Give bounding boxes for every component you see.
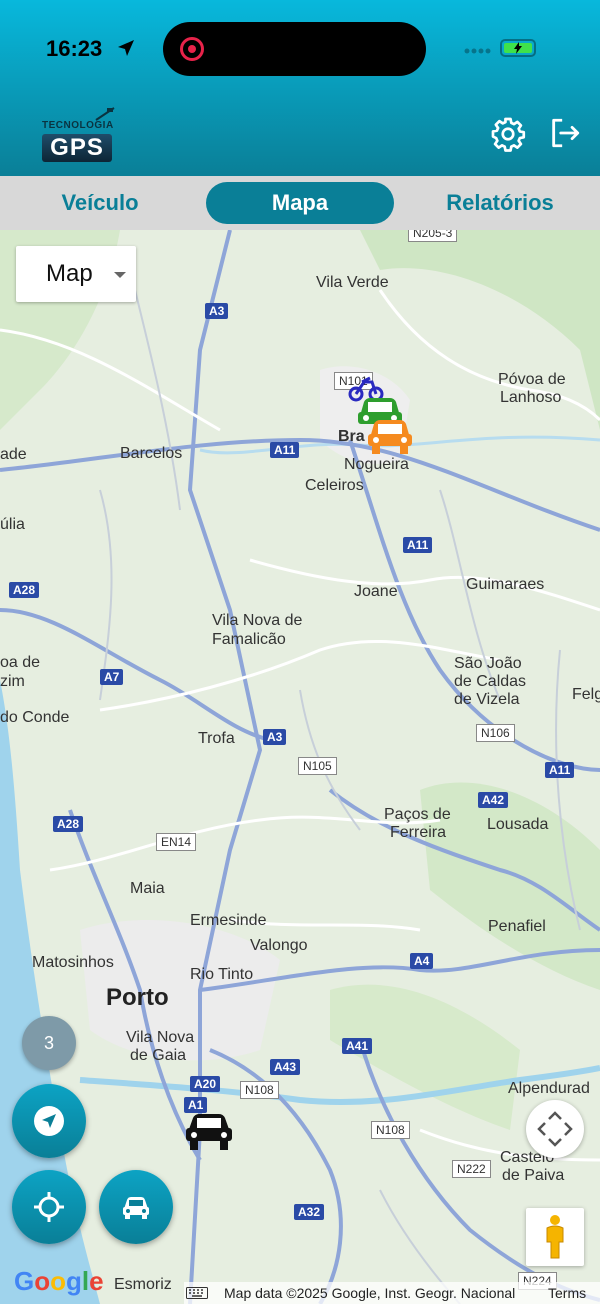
tab-mapa[interactable]: Mapa: [206, 182, 394, 224]
road-label: N106: [476, 724, 515, 742]
vehicle-marker-black-car-icon[interactable]: [184, 1110, 234, 1152]
map-attribution: Map data ©2025 Google, Inst. Geogr. Naci…: [184, 1282, 600, 1304]
road-label: A20: [190, 1076, 221, 1092]
place-label: Bra: [338, 428, 365, 445]
place-label: São João: [454, 655, 522, 672]
place-label: Matosinhos: [32, 954, 114, 971]
place-label: zim: [0, 673, 25, 690]
place-label: do Conde: [0, 709, 70, 726]
place-label: Celeiros: [305, 477, 364, 494]
status-bar: 16:23: [0, 18, 600, 78]
road-label: A28: [9, 582, 40, 598]
place-label: Penafiel: [488, 918, 546, 935]
place-label: Vila Nova de: [212, 612, 303, 629]
road-label: A42: [478, 792, 509, 808]
status-time: 16:23: [46, 36, 103, 61]
road-label: A43: [270, 1059, 301, 1075]
road-label: A11: [270, 442, 300, 458]
navigate-button[interactable]: [12, 1084, 86, 1158]
place-label: úlia: [0, 516, 25, 533]
place-label: Famalicão: [212, 631, 286, 648]
road-label: A28: [53, 816, 84, 832]
tab-relatorios[interactable]: Relatórios: [400, 182, 600, 224]
place-label: Alpendurad: [508, 1080, 590, 1097]
road-label: N222: [452, 1160, 491, 1178]
road-label: N108: [371, 1121, 410, 1139]
dynamic-island: [163, 22, 426, 76]
pegman-icon: [546, 1215, 564, 1259]
attribution-text: Map data ©2025 Google, Inst. Geogr. Naci…: [224, 1285, 516, 1301]
map-type-select[interactable]: Map: [16, 246, 136, 302]
place-label: oa de: [0, 654, 41, 671]
road-label: A41: [342, 1038, 373, 1054]
place-label: Ermesinde: [190, 912, 267, 929]
place-label: Guimaraes: [466, 576, 545, 593]
navigation-arrow-icon: [34, 1106, 64, 1136]
battery-icon: [500, 39, 536, 57]
street-view-button[interactable]: [526, 1208, 584, 1266]
place-label: de Gaia: [130, 1047, 187, 1064]
place-label: Barcelos: [120, 445, 183, 462]
place-label: Maia: [130, 880, 165, 897]
place-label: de Caldas: [454, 673, 527, 690]
caret-down-icon: [114, 272, 126, 278]
place-label: Nogueira: [344, 456, 409, 473]
place-label: ade: [0, 446, 27, 463]
place-label: de Paiva: [502, 1167, 565, 1184]
place-label: Lanhoso: [500, 389, 562, 406]
logout-icon[interactable]: [548, 116, 582, 150]
location-arrow-icon: [118, 40, 134, 56]
terms-link[interactable]: Terms: [548, 1282, 586, 1304]
app-logo: TECNOLOGIA GPS: [40, 106, 116, 164]
road-label: A7: [100, 669, 124, 685]
road-label: A3: [263, 729, 287, 745]
logo-top-text: TECNOLOGIA: [42, 120, 114, 131]
tab-veiculo[interactable]: Veículo: [0, 182, 200, 224]
road-label: A32: [294, 1204, 325, 1220]
pan-control-button[interactable]: [526, 1100, 584, 1158]
place-label: Lousada: [487, 816, 549, 833]
logo-main-text: GPS: [42, 134, 112, 162]
recording-indicator-icon: [180, 37, 204, 61]
my-location-button[interactable]: [12, 1170, 86, 1244]
place-label: Esmoriz: [114, 1276, 172, 1293]
map-view[interactable]: Vila Verde Póvoa de Lanhoso Barcelos Bra…: [0, 230, 600, 1304]
road-label: EN14: [156, 833, 197, 851]
google-logo: Google: [14, 1266, 104, 1296]
place-label: Porto: [106, 984, 169, 1011]
place-label: Joane: [354, 583, 398, 600]
place-label: Felg: [572, 686, 600, 703]
signal-icon: [464, 48, 491, 54]
place-label: de Vizela: [454, 691, 520, 708]
place-label: Trofa: [198, 730, 235, 747]
place-label: Póvoa de: [498, 371, 566, 388]
road-label: N108: [240, 1081, 279, 1099]
road-label: N205-3: [408, 230, 458, 242]
place-label: Rio Tinto: [190, 966, 254, 983]
vehicle-cluster-badge[interactable]: 3: [22, 1016, 76, 1070]
place-label: Vila Verde: [316, 274, 389, 291]
road-label: A4: [410, 953, 434, 969]
vehicles-button[interactable]: [99, 1170, 173, 1244]
car-icon: [123, 1197, 149, 1219]
place-label: Ferreira: [390, 824, 447, 841]
place-label: Paços de: [384, 806, 451, 823]
keyboard-icon[interactable]: [186, 1287, 208, 1299]
move-arrows-icon: [537, 1111, 573, 1147]
place-label: Vila Nova: [126, 1029, 195, 1046]
road-label: A11: [545, 762, 575, 778]
gear-icon[interactable]: [490, 116, 526, 152]
road-label: A3: [205, 303, 229, 319]
place-label: Valongo: [250, 937, 308, 954]
tab-bar: Veículo Mapa Relatórios: [0, 176, 600, 230]
road-label: A11: [403, 537, 433, 553]
road-label: N105: [298, 757, 337, 775]
map-type-label: Map: [46, 260, 93, 287]
crosshair-icon: [34, 1192, 64, 1222]
vehicle-marker-orange-car-icon[interactable]: [366, 416, 414, 456]
app-header: 16:23 TECNOLOGIA GPS: [0, 0, 600, 176]
